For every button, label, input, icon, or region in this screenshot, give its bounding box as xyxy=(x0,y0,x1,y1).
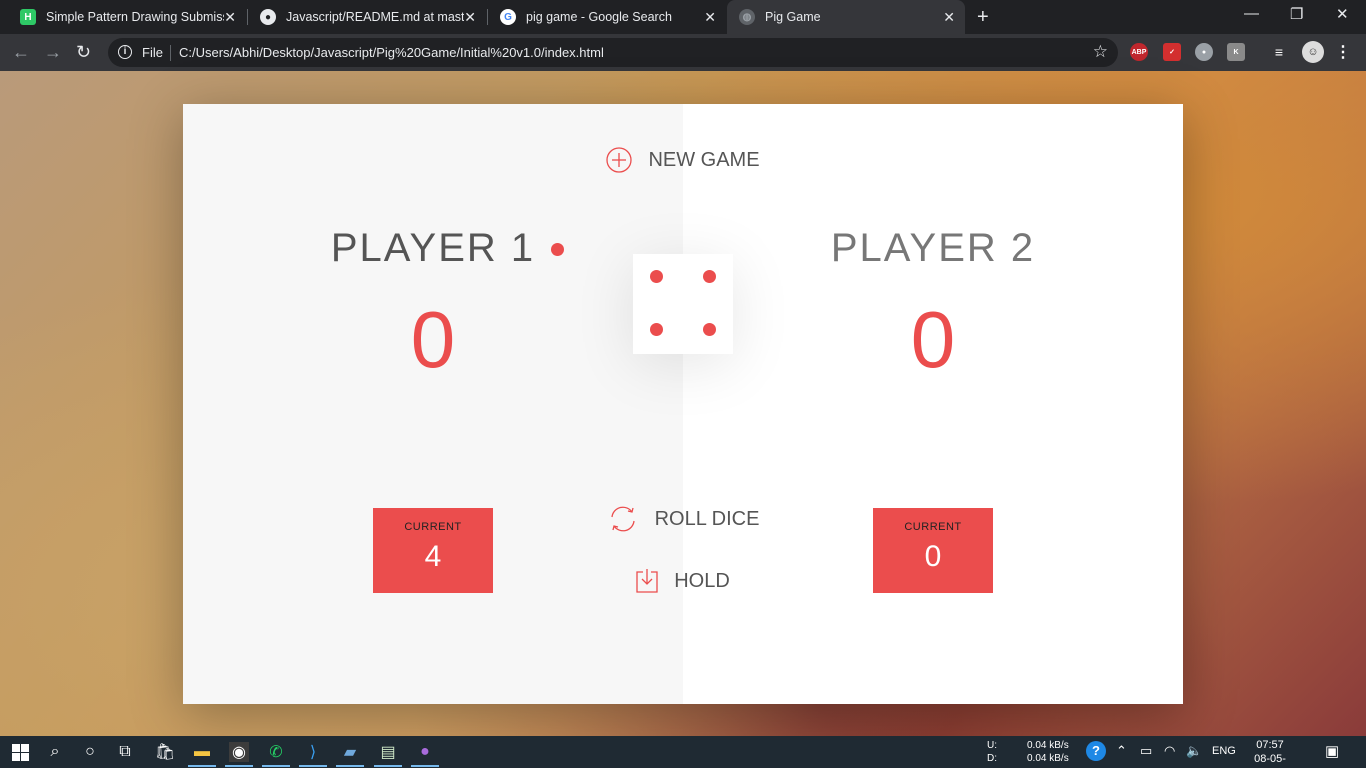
clock-time: 07:57 xyxy=(1256,739,1284,751)
close-icon[interactable]: ✕ xyxy=(704,9,716,25)
chrome-icon[interactable]: ◉ xyxy=(229,742,249,762)
close-icon[interactable]: ✕ xyxy=(224,9,236,25)
close-window-icon[interactable]: ✕ xyxy=(1336,5,1349,23)
file-explorer-icon[interactable]: ▬ xyxy=(192,742,212,762)
media-control-icon[interactable]: ≡ xyxy=(1270,43,1288,61)
back-icon[interactable]: ← xyxy=(12,42,30,62)
adblock-plus-label: ABP xyxy=(1131,48,1147,56)
wifi-icon[interactable]: ◠ xyxy=(1164,743,1175,759)
active-player-indicator xyxy=(551,243,564,256)
running-indicator xyxy=(225,765,253,767)
tab-hackerrank[interactable]: H Simple Pattern Drawing Submissi ✕ xyxy=(8,0,246,34)
roll-dice-label: Roll dice xyxy=(654,507,760,530)
dice-pip xyxy=(650,270,663,283)
download-icon xyxy=(636,569,658,593)
plus-circle-icon xyxy=(606,147,633,173)
network-labels: U: D: xyxy=(987,739,997,765)
player-1-panel: Player 1 0 Current 4 xyxy=(183,104,683,704)
bookmark-star-icon[interactable]: ☆ xyxy=(1093,42,1108,62)
player-1-name: Player 1 xyxy=(330,226,536,270)
battery-icon[interactable]: ▭ xyxy=(1140,743,1152,759)
tab-pig-game[interactable]: ◍ Pig Game ✕ xyxy=(727,0,965,34)
task-view-icon[interactable]: ⧉ xyxy=(115,742,135,762)
running-indicator xyxy=(262,765,290,767)
running-indicator xyxy=(299,765,327,767)
tab-title: pig game - Google Search xyxy=(526,10,672,24)
upload-label: U: xyxy=(987,740,997,751)
dice-pip xyxy=(703,323,716,336)
windows-start-icon[interactable] xyxy=(10,742,30,762)
upload-speed: 0.04 kB/s xyxy=(1027,740,1069,751)
cortana-icon[interactable]: ○ xyxy=(80,742,100,762)
powershell-icon[interactable]: ▰ xyxy=(340,742,360,762)
running-indicator xyxy=(336,765,364,767)
new-game-label: New game xyxy=(648,148,760,171)
divider xyxy=(170,45,171,61)
notepad-icon[interactable]: ▤ xyxy=(378,742,398,762)
running-indicator xyxy=(188,765,216,767)
player-2-name: Player 2 xyxy=(830,226,1036,270)
vscode-icon[interactable]: ⟩ xyxy=(303,742,323,762)
network-speeds: 0.04 kB/s 0.04 kB/s xyxy=(1027,739,1069,765)
close-icon[interactable]: ✕ xyxy=(943,9,955,25)
reload-icon[interactable]: ↻ xyxy=(76,42,91,62)
app-purple-icon[interactable]: ● xyxy=(415,742,435,762)
info-icon[interactable]: i xyxy=(118,45,132,59)
player-1-score: 0 xyxy=(410,295,456,384)
new-tab-icon[interactable]: + xyxy=(977,5,989,29)
adblock-plus-icon[interactable]: ABP xyxy=(1130,43,1148,61)
google-icon: G xyxy=(500,9,516,25)
dice-pip xyxy=(650,323,663,336)
tab-title: Simple Pattern Drawing Submissi xyxy=(46,10,224,24)
volume-icon[interactable]: 🔈 xyxy=(1186,743,1202,759)
page-background: Player 1 0 Current 4 Player 2 0 Current … xyxy=(0,71,1366,736)
github-icon: ● xyxy=(260,9,276,25)
dice-pip xyxy=(703,270,716,283)
scheme-label: File xyxy=(142,45,163,60)
download-speed: 0.04 kB/s xyxy=(1027,753,1069,764)
whatsapp-icon[interactable]: ✆ xyxy=(266,742,286,762)
tab-github[interactable]: ● Javascript/README.md at master ✕ xyxy=(248,0,486,34)
new-game-button[interactable]: New game xyxy=(183,147,1183,173)
player-2-score: 0 xyxy=(910,295,956,384)
refresh-icon xyxy=(607,504,639,534)
clock[interactable]: 07:57 08-05-2020 xyxy=(1247,738,1293,768)
address-bar[interactable]: i File C:/Users/Abhi/Desktop/Javascript/… xyxy=(108,38,1118,67)
roll-dice-button[interactable]: Roll dice xyxy=(183,504,1183,534)
dice xyxy=(633,254,733,354)
search-icon[interactable]: ⌕ xyxy=(45,742,65,762)
download-label: D: xyxy=(987,753,997,764)
running-indicator xyxy=(374,765,402,767)
notification-icon[interactable]: ▣ xyxy=(1325,742,1339,760)
browser-toolbar: ← → ↻ i File C:/Users/Abhi/Desktop/Javas… xyxy=(0,34,1366,71)
profile-avatar[interactable]: ☺ xyxy=(1302,41,1324,63)
running-indicator xyxy=(411,765,439,767)
language-indicator[interactable]: ENG xyxy=(1212,745,1236,757)
globe-icon: ◍ xyxy=(739,9,755,25)
store-icon[interactable]: 🛍 xyxy=(155,742,175,762)
taskbar: ⌕ ○ ⧉ 🛍 ▬ ◉ ✆ ⟩ ▰ ▤ ● U: D: 0.04 kB/s 0.… xyxy=(0,736,1366,768)
player-2-panel: Player 2 0 Current 0 xyxy=(683,104,1183,704)
help-icon[interactable]: ? xyxy=(1086,741,1106,761)
restore-icon[interactable]: ❐ xyxy=(1290,5,1303,23)
tab-title: Pig Game xyxy=(765,10,821,24)
tab-strip: H Simple Pattern Drawing Submissi ✕ ● Ja… xyxy=(0,0,1366,34)
hackerrank-icon: H xyxy=(20,9,36,25)
close-icon[interactable]: ✕ xyxy=(464,9,476,25)
game-wrapper: Player 1 0 Current 4 Player 2 0 Current … xyxy=(183,104,1183,704)
extension-circle-icon[interactable]: ● xyxy=(1195,43,1213,61)
hold-label: Hold xyxy=(674,569,730,592)
chevron-up-icon[interactable]: ⌃ xyxy=(1116,743,1127,759)
tab-google-search[interactable]: G pig game - Google Search ✕ xyxy=(488,0,726,34)
minimize-icon[interactable]: — xyxy=(1244,5,1259,22)
clock-date: 08-05-2020 xyxy=(1254,753,1286,768)
url-text[interactable]: C:/Users/Abhi/Desktop/Javascript/Pig%20G… xyxy=(179,45,604,60)
tab-title: Javascript/README.md at master xyxy=(286,10,464,24)
forward-icon[interactable]: → xyxy=(44,42,62,62)
hold-button[interactable]: Hold xyxy=(183,569,1183,593)
menu-kebab-icon[interactable]: ⋮ xyxy=(1334,43,1352,61)
extension-red-icon[interactable]: ✓ xyxy=(1163,43,1181,61)
extension-k-icon[interactable]: K xyxy=(1227,43,1245,61)
